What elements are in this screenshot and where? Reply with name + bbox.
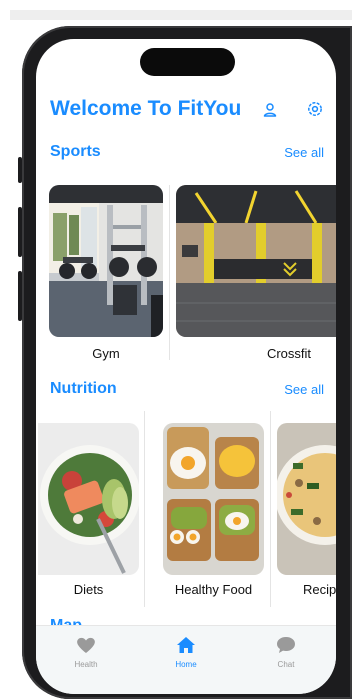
tab-health-label: Health bbox=[74, 660, 98, 669]
diets-label: Diets bbox=[73, 582, 104, 597]
tab-home[interactable]: Home bbox=[156, 636, 216, 669]
bottom-tab-bar: Health Home Chat bbox=[36, 625, 336, 694]
sports-heading: Sports bbox=[50, 143, 101, 160]
gym-label: Gym bbox=[92, 346, 120, 361]
settings-icon[interactable] bbox=[307, 101, 323, 117]
gym-photo bbox=[49, 185, 163, 337]
sports-divider bbox=[169, 185, 170, 360]
dynamic-island bbox=[140, 48, 235, 76]
eggs-avocado-toast-photo bbox=[163, 423, 264, 575]
crossfit-label: Crossfit bbox=[266, 346, 312, 361]
nutrition-divider-1 bbox=[144, 411, 145, 607]
side-button-volume-up bbox=[18, 207, 22, 257]
sports-see-all-link[interactable]: See all bbox=[284, 145, 324, 160]
diets-card[interactable] bbox=[38, 423, 139, 575]
crossfit-photo bbox=[176, 185, 336, 337]
nutrition-divider-2 bbox=[270, 411, 271, 607]
healthy-food-label: Healthy Food bbox=[174, 582, 253, 597]
home-icon bbox=[177, 637, 195, 653]
recipes-label: Recip bbox=[303, 582, 336, 597]
crossfit-card[interactable] bbox=[176, 185, 336, 337]
pasta-photo bbox=[277, 423, 336, 575]
app-screen: Welcome To FitYou Sports See all Gym Cro… bbox=[36, 39, 336, 694]
side-button-volume-down bbox=[18, 271, 22, 321]
nutrition-heading: Nutrition bbox=[50, 380, 117, 397]
healthy-food-card[interactable] bbox=[163, 423, 264, 575]
recipes-card[interactable] bbox=[277, 423, 336, 575]
tab-health[interactable]: Health bbox=[56, 636, 116, 669]
tab-home-label: Home bbox=[175, 660, 197, 669]
tab-chat-label: Chat bbox=[277, 660, 295, 669]
side-button-mute bbox=[18, 157, 22, 183]
page-title: Welcome To FitYou bbox=[50, 97, 242, 120]
chat-bubble-icon bbox=[277, 637, 295, 653]
nutrition-see-all-link[interactable]: See all bbox=[284, 382, 324, 397]
person-icon[interactable] bbox=[262, 102, 278, 118]
tab-chat[interactable]: Chat bbox=[256, 636, 316, 669]
gym-card[interactable] bbox=[49, 185, 163, 337]
heart-icon bbox=[77, 637, 95, 653]
salmon-salad-photo bbox=[38, 423, 139, 575]
top-strip bbox=[10, 10, 352, 20]
